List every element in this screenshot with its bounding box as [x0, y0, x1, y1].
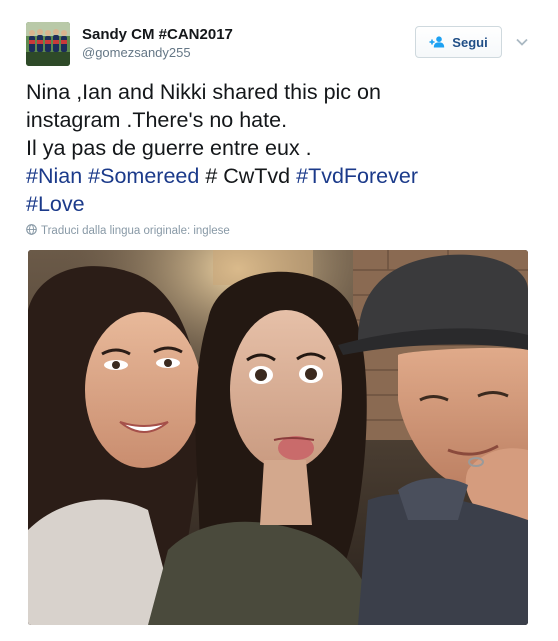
add-user-icon — [429, 36, 445, 48]
translate-link[interactable]: Traduci dalla lingua originale: inglese — [26, 224, 230, 238]
more-options-button[interactable] — [512, 26, 532, 58]
translate-label: Traduci dalla lingua originale: inglese — [41, 225, 230, 237]
tweet-text-fragment: # CwTvd — [205, 164, 291, 188]
chevron-down-icon — [516, 33, 528, 51]
globe-icon — [26, 224, 37, 238]
hashtag-link[interactable]: #TvdForever — [296, 164, 418, 188]
follow-label: Segui — [452, 34, 488, 50]
screen-name[interactable]: @gomezsandy255 — [82, 45, 191, 60]
tweet-line-hashtags: #Love — [26, 190, 536, 218]
tweet-text: Nina ,Ian and Nikki shared this pic on i… — [26, 78, 536, 218]
tweet-line: instagram .There's no hate. — [26, 108, 288, 132]
follow-button[interactable]: Segui — [415, 26, 502, 58]
tweet-line: Il ya pas de guerre entre eux . — [26, 136, 312, 160]
hashtag-link[interactable]: #Love — [26, 192, 85, 216]
tweet-card: Sandy CM #CAN2017 @gomezsandy255 Segui N… — [0, 0, 558, 641]
tweet-line-hashtags: #Nian #Somereed # CwTvd #TvdForever — [26, 162, 536, 190]
tweet-line: Nina ,Ian and Nikki shared this pic on — [26, 80, 381, 104]
tweet-photo[interactable] — [28, 250, 528, 625]
hashtag-link[interactable]: #Somereed — [88, 164, 199, 188]
avatar[interactable] — [26, 22, 70, 66]
display-name[interactable]: Sandy CM #CAN2017 — [82, 26, 233, 43]
photo-illustration — [28, 250, 528, 625]
hashtag-link[interactable]: #Nian — [26, 164, 82, 188]
